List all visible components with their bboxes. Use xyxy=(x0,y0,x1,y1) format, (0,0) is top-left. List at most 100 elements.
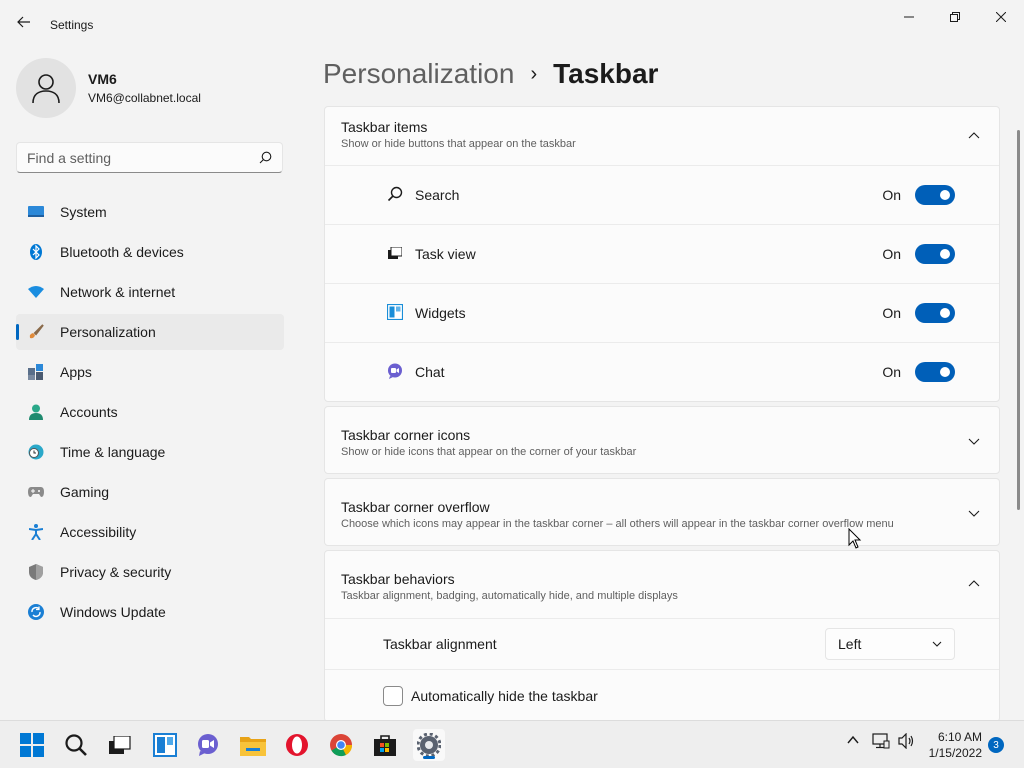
breadcrumb-parent-link[interactable]: Personalization xyxy=(323,58,514,90)
taskbar-alignment-row: Taskbar alignment Left xyxy=(325,618,999,669)
sidebar-item-apps[interactable]: Apps xyxy=(16,354,284,390)
wifi-icon xyxy=(28,284,44,300)
sidebar-item-system[interactable]: System xyxy=(16,194,284,230)
clock-time: 6:10 AM xyxy=(937,730,982,744)
sidebar-item-label: Personalization xyxy=(60,324,156,340)
sidebar-item-time-language[interactable]: Time & language xyxy=(16,434,284,470)
page-title: Taskbar xyxy=(553,58,659,89)
taskbar-corner-icons-header[interactable]: Taskbar corner icons Show or hide icons … xyxy=(325,407,999,473)
restore-icon xyxy=(950,12,960,22)
sidebar-item-windows-update[interactable]: Windows Update xyxy=(16,594,284,630)
title-bar: Settings xyxy=(0,0,1024,48)
search-toggle[interactable] xyxy=(915,185,955,205)
search-input[interactable] xyxy=(27,149,259,166)
taskbar-chrome-button[interactable] xyxy=(325,729,357,761)
sidebar-item-bluetooth[interactable]: Bluetooth & devices xyxy=(16,234,284,270)
chevron-up-icon xyxy=(968,580,980,587)
settings-content: Taskbar items Show or hide buttons that … xyxy=(324,106,1000,720)
chevron-down-icon xyxy=(968,510,980,517)
card-title: Taskbar corner overflow xyxy=(341,499,490,515)
chat-icon xyxy=(387,363,403,379)
bluetooth-icon xyxy=(28,244,44,260)
system-icon xyxy=(28,204,44,220)
sidebar-item-accounts[interactable]: Accounts xyxy=(16,394,284,430)
taskbar-search-button[interactable] xyxy=(60,729,92,761)
settings-icon xyxy=(417,733,441,757)
back-arrow-icon xyxy=(17,16,30,28)
card-title: Taskbar items xyxy=(341,119,428,135)
taskbar-task-view-button[interactable] xyxy=(104,729,136,761)
sidebar-item-label: Network & internet xyxy=(60,284,176,300)
row-label: Chat xyxy=(415,364,445,380)
sidebar-item-accessibility[interactable]: Accessibility xyxy=(16,514,284,550)
taskbar-behaviors-card: Taskbar behaviors Taskbar alignment, bad… xyxy=(324,550,1000,720)
taskbar-clock[interactable]: 6:10 AM 1/15/2022 xyxy=(929,729,982,761)
close-button[interactable] xyxy=(978,4,1024,30)
taskbar-corner-overflow-header[interactable]: Taskbar corner overflow Choose which ico… xyxy=(325,479,999,545)
notification-badge[interactable]: 3 xyxy=(988,737,1004,753)
volume-tray-button[interactable] xyxy=(898,732,916,754)
taskbar-file-explorer-button[interactable] xyxy=(237,729,269,761)
start-button[interactable] xyxy=(16,729,48,761)
card-subtitle: Taskbar alignment, badging, automaticall… xyxy=(341,590,678,602)
maximize-button[interactable] xyxy=(932,4,978,30)
sidebar-item-label: Time & language xyxy=(60,444,166,460)
taskbar-chat-button[interactable] xyxy=(192,729,224,761)
row-label: Widgets xyxy=(415,305,466,321)
sidebar-item-label: System xyxy=(60,204,107,220)
clock-date: 1/15/2022 xyxy=(928,746,982,760)
taskbar-widgets-button[interactable] xyxy=(149,729,181,761)
breadcrumb: Personalization › Taskbar xyxy=(323,58,658,90)
taskbar-opera-button[interactable] xyxy=(281,729,313,761)
minimize-button[interactable] xyxy=(886,4,932,30)
task-view-icon xyxy=(109,736,131,754)
settings-search[interactable] xyxy=(16,142,283,173)
taskbar-item-widgets-row: Widgets On xyxy=(325,283,999,342)
sidebar-item-label: Accounts xyxy=(60,404,118,420)
taskbar-corner-icons-card[interactable]: Taskbar corner icons Show or hide icons … xyxy=(324,406,1000,474)
user-profile[interactable]: VM6 VM6@collabnet.local xyxy=(16,58,201,118)
apps-icon xyxy=(28,364,44,380)
sidebar-item-personalization[interactable]: Personalization xyxy=(16,314,284,350)
update-icon xyxy=(28,604,44,620)
taskbar-items-card: Taskbar items Show or hide buttons that … xyxy=(324,106,1000,402)
taskbar-alignment-dropdown[interactable]: Left xyxy=(825,628,955,660)
taskbar-items-header[interactable]: Taskbar items Show or hide buttons that … xyxy=(325,107,999,165)
sidebar-item-gaming[interactable]: Gaming xyxy=(16,474,284,510)
taskbar-corner-overflow-card[interactable]: Taskbar corner overflow Choose which ico… xyxy=(324,478,1000,546)
taskbar-store-button[interactable] xyxy=(369,729,401,761)
sidebar-item-label: Accessibility xyxy=(60,524,137,540)
search-icon xyxy=(259,151,272,164)
chat-toggle[interactable] xyxy=(915,362,955,382)
content-scrollbar[interactable] xyxy=(1017,130,1020,510)
card-subtitle: Show or hide icons that appear on the co… xyxy=(341,446,637,458)
taskbar-settings-button[interactable] xyxy=(413,729,445,761)
card-title: Taskbar corner icons xyxy=(341,427,471,443)
network-tray-button[interactable] xyxy=(872,733,890,754)
app-title: Settings xyxy=(50,18,94,32)
chrome-icon xyxy=(330,734,353,757)
user-icon xyxy=(32,74,60,104)
widgets-toggle[interactable] xyxy=(915,303,955,323)
back-button[interactable] xyxy=(12,10,36,34)
shield-icon xyxy=(28,564,44,580)
volume-icon xyxy=(898,732,914,750)
task-view-toggle[interactable] xyxy=(915,244,955,264)
sidebar-item-privacy[interactable]: Privacy & security xyxy=(16,554,284,590)
store-icon xyxy=(374,735,396,756)
widgets-icon xyxy=(153,733,177,757)
clock-globe-icon xyxy=(28,444,44,460)
card-subtitle: Choose which icons may appear in the tas… xyxy=(341,518,894,530)
taskbar-item-task-view-row: Task view On xyxy=(325,224,999,283)
autohide-checkbox[interactable] xyxy=(383,685,403,706)
brush-icon xyxy=(28,324,44,340)
toggle-state-text: On xyxy=(882,187,901,203)
close-icon xyxy=(996,12,1006,22)
show-hidden-icons-button[interactable] xyxy=(846,733,860,752)
sidebar-item-label: Windows Update xyxy=(60,604,166,620)
row-label: Search xyxy=(415,187,460,203)
taskbar-behaviors-header[interactable]: Taskbar behaviors Taskbar alignment, bad… xyxy=(325,551,999,618)
chevron-down-icon xyxy=(968,438,980,445)
sidebar-item-network[interactable]: Network & internet xyxy=(16,274,284,310)
sidebar-item-label: Bluetooth & devices xyxy=(60,244,184,260)
